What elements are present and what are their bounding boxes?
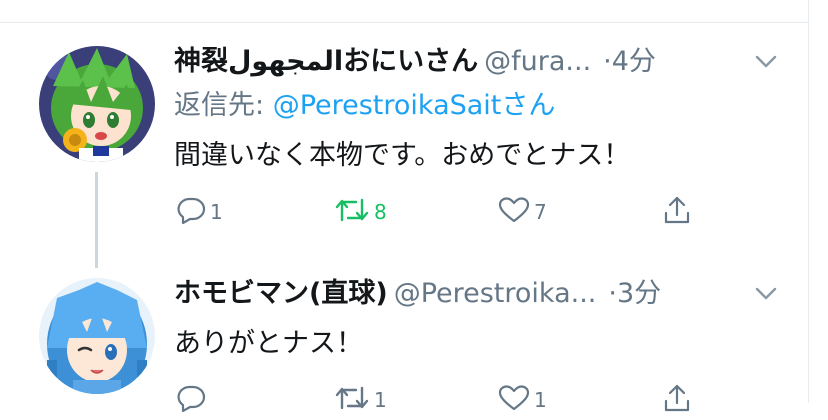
- tweet-text: ありがとナス！: [174, 328, 363, 359]
- share-icon: [662, 195, 692, 230]
- tweet-actions: 1 8 7: [174, 192, 794, 232]
- tweet-header: ホモビマン(直球) @Perestroika... ·3分: [174, 272, 794, 316]
- like-count: 1: [534, 388, 547, 412]
- like-count: 7: [534, 200, 547, 224]
- like-icon: [498, 196, 530, 229]
- reply-button[interactable]: [176, 380, 210, 420]
- tweet[interactable]: 神裂المجهولおにいさん @fura... ·4分 返信先: @Perestro…: [174, 40, 794, 232]
- share-button[interactable]: [662, 380, 692, 420]
- timestamp[interactable]: 3分: [617, 278, 661, 309]
- avatar-image: [39, 278, 155, 394]
- retweet-button[interactable]: 8: [334, 192, 387, 232]
- share-button[interactable]: [662, 192, 692, 232]
- separator-dot: ·: [608, 278, 617, 309]
- share-icon: [662, 383, 692, 418]
- chevron-down-icon[interactable]: [752, 272, 780, 316]
- thread-connector-line: [95, 172, 98, 268]
- handle[interactable]: @Perestroika...: [394, 278, 597, 309]
- like-button[interactable]: 1: [498, 380, 547, 420]
- avatar-image: [39, 46, 155, 162]
- reply-button[interactable]: 1: [176, 192, 223, 232]
- avatar[interactable]: [39, 46, 155, 162]
- separator-dot: ·: [603, 46, 612, 77]
- retweet-icon: [334, 384, 370, 417]
- tweet-text: 間違いなく本物です。おめでとナス！: [174, 140, 631, 171]
- reply-count: 1: [210, 200, 223, 224]
- reply-to-mention[interactable]: @PerestroikaSaitさん: [273, 90, 556, 121]
- reply-context: 返信先: @PerestroikaSaitさん: [174, 84, 794, 128]
- tweet-actions: 1 1: [174, 380, 794, 420]
- chevron-down-icon[interactable]: [752, 40, 780, 84]
- retweet-button[interactable]: 1: [334, 380, 387, 420]
- retweet-count: 8: [374, 200, 387, 224]
- avatar[interactable]: [39, 278, 155, 394]
- like-button[interactable]: 7: [498, 192, 547, 232]
- like-icon: [498, 384, 530, 417]
- reply-icon: [176, 384, 206, 417]
- reply-icon: [176, 196, 206, 229]
- timestamp[interactable]: 4分: [612, 46, 656, 77]
- tweet[interactable]: ホモビマン(直球) @Perestroika... ·3分 ありがとナス！ 1 1: [174, 272, 794, 420]
- top-divider: [0, 22, 808, 23]
- display-name[interactable]: ホモビマン(直球): [174, 278, 388, 309]
- right-divider: [808, 0, 809, 403]
- retweet-icon: [334, 196, 370, 229]
- tweet-header: 神裂المجهولおにいさん @fura... ·4分: [174, 40, 794, 84]
- display-name[interactable]: 神裂المجهولおにいさん: [174, 46, 478, 77]
- retweet-count: 1: [374, 388, 387, 412]
- handle[interactable]: @fura...: [484, 46, 591, 77]
- reply-to-prefix: 返信先:: [174, 90, 273, 121]
